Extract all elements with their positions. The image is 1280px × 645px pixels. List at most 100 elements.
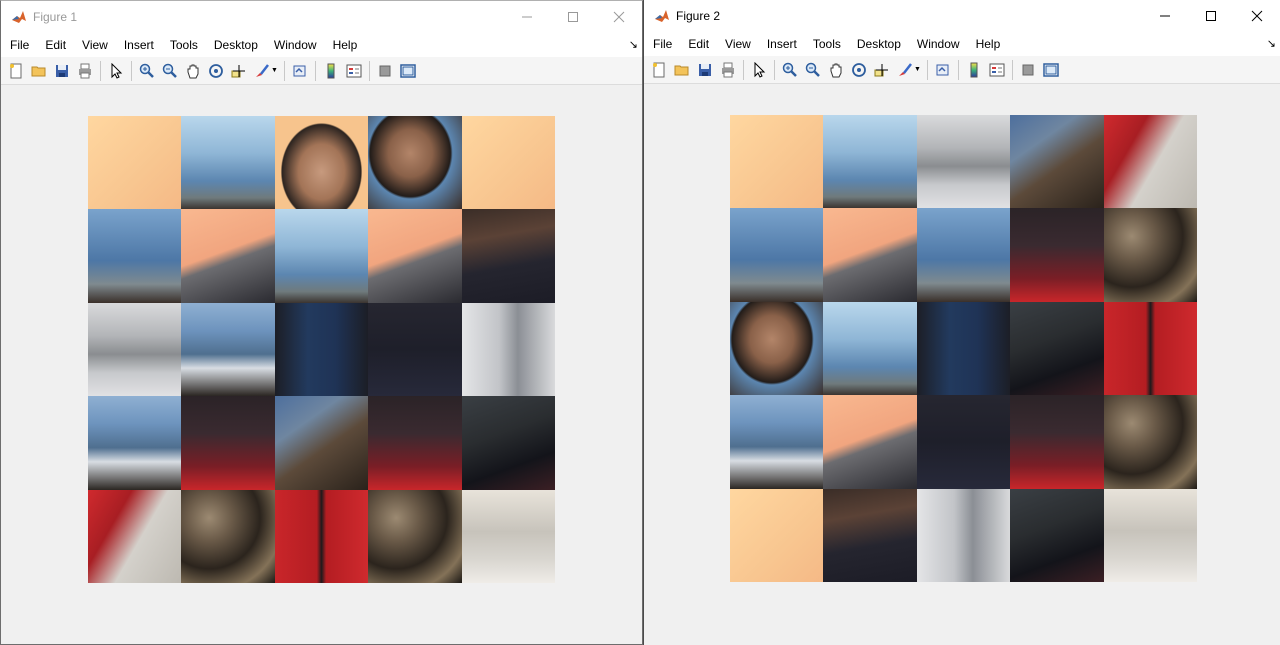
legend-button[interactable] [986, 59, 1008, 81]
zoom-in-icon [782, 62, 797, 77]
puzzle-tile [181, 116, 275, 210]
minimize-button[interactable] [1142, 0, 1188, 32]
menu-edit[interactable]: Edit [680, 32, 717, 56]
rotate-3d-button[interactable] [848, 59, 870, 81]
puzzle-tile [1103, 301, 1197, 396]
zoom-out-button[interactable] [802, 59, 824, 81]
menu-help[interactable]: Help [325, 33, 366, 57]
puzzle-tile [181, 489, 275, 583]
print-button[interactable] [717, 59, 739, 81]
open-file-button[interactable] [671, 59, 693, 81]
colorbar-button[interactable] [320, 60, 342, 82]
brush-dropdown-arrow-icon[interactable]: ▼ [271, 67, 278, 74]
maximize-button[interactable] [550, 1, 596, 33]
window-title: Figure 1 [33, 10, 78, 24]
menu-bar: File Edit View Insert Tools Desktop Wind… [1, 33, 642, 57]
menu-help[interactable]: Help [968, 32, 1009, 56]
figure-canvas[interactable] [1, 86, 642, 644]
data-cursor-button[interactable] [871, 59, 893, 81]
edit-plot-icon [111, 62, 123, 79]
link-plot-button[interactable] [289, 60, 311, 82]
menu-file[interactable]: File [2, 33, 37, 57]
pan-icon [187, 64, 199, 78]
hide-plot-tools-icon [1022, 64, 1034, 75]
menu-window[interactable]: Window [266, 33, 325, 57]
new-figure-button[interactable] [5, 60, 27, 82]
brush-dropdown-arrow-icon[interactable]: ▼ [914, 66, 921, 73]
menu-tools[interactable]: Tools [162, 33, 206, 57]
save-button[interactable] [694, 59, 716, 81]
legend-icon [346, 64, 362, 77]
toolbar-separator [314, 60, 316, 81]
dock-arrow-icon[interactable]: ↘ [1267, 37, 1276, 50]
zoom-in-button[interactable] [779, 59, 801, 81]
link-plot-button[interactable] [932, 59, 954, 81]
zoom-out-button[interactable] [159, 60, 181, 82]
close-icon [613, 11, 625, 23]
puzzle-tile [823, 115, 917, 209]
menu-file[interactable]: File [645, 32, 680, 56]
save-icon [56, 64, 68, 77]
menu-tools[interactable]: Tools [805, 32, 849, 56]
pan-button[interactable] [825, 59, 847, 81]
link-plot-icon [293, 65, 306, 76]
figure-canvas[interactable] [644, 85, 1280, 645]
toolbar-separator [957, 59, 959, 80]
zoom-out-icon [162, 63, 177, 78]
print-button[interactable] [74, 60, 96, 82]
puzzle-tile [368, 302, 462, 397]
edit-plot-button[interactable] [748, 59, 770, 81]
close-button[interactable] [596, 1, 642, 33]
colorbar-button[interactable] [963, 59, 985, 81]
brush-button[interactable] [251, 60, 273, 82]
figure-window-2: Figure 2 File Edit View Insert Tools Des… [643, 0, 1280, 645]
hide-plot-tools-button[interactable] [1017, 59, 1039, 81]
edit-plot-button[interactable] [105, 60, 127, 82]
brush-button[interactable] [894, 59, 916, 81]
menu-window[interactable]: Window [909, 32, 968, 56]
toolbar-separator [774, 59, 775, 80]
maximize-button[interactable] [1188, 0, 1234, 32]
puzzle-tile [823, 301, 917, 396]
brush-icon [899, 62, 912, 76]
show-plot-tools-button[interactable] [1040, 59, 1062, 81]
toolbar-separator [100, 60, 101, 81]
puzzle-tile [916, 488, 1011, 582]
data-cursor-button[interactable] [228, 60, 250, 82]
puzzle-tile [1103, 115, 1197, 209]
dock-arrow-icon[interactable]: ↘ [629, 38, 638, 51]
puzzle-tile [916, 115, 1011, 209]
hide-plot-tools-button[interactable] [374, 60, 396, 82]
legend-icon [989, 63, 1005, 76]
menu-edit[interactable]: Edit [37, 33, 74, 57]
legend-button[interactable] [343, 60, 365, 82]
menu-view[interactable]: View [74, 33, 116, 57]
title-bar[interactable]: Figure 2 [644, 0, 1280, 32]
puzzle-tile [88, 209, 182, 303]
open-file-button[interactable] [28, 60, 50, 82]
link-plot-icon [936, 64, 949, 75]
puzzle-tile [1103, 395, 1197, 489]
new-figure-button[interactable] [648, 59, 670, 81]
menu-view[interactable]: View [717, 32, 759, 56]
new-figure-icon [10, 63, 22, 78]
matlab-logo-icon [654, 8, 670, 24]
menu-insert[interactable]: Insert [759, 32, 805, 56]
puzzle-tile [730, 488, 824, 582]
menu-desktop[interactable]: Desktop [849, 32, 909, 56]
minimize-button[interactable] [504, 1, 550, 33]
zoom-in-button[interactable] [136, 60, 158, 82]
puzzle-tile [461, 396, 555, 490]
puzzle-tile [1010, 208, 1104, 302]
menu-desktop[interactable]: Desktop [206, 33, 266, 57]
show-plot-tools-button[interactable] [397, 60, 419, 82]
save-button[interactable] [51, 60, 73, 82]
pan-button[interactable] [182, 60, 204, 82]
close-button[interactable] [1234, 0, 1280, 32]
rotate-3d-button[interactable] [205, 60, 227, 82]
title-bar[interactable]: Figure 1 [1, 1, 642, 33]
menu-insert[interactable]: Insert [116, 33, 162, 57]
open-file-icon [674, 65, 689, 75]
new-figure-icon [653, 62, 665, 77]
puzzle-tile [368, 489, 462, 583]
